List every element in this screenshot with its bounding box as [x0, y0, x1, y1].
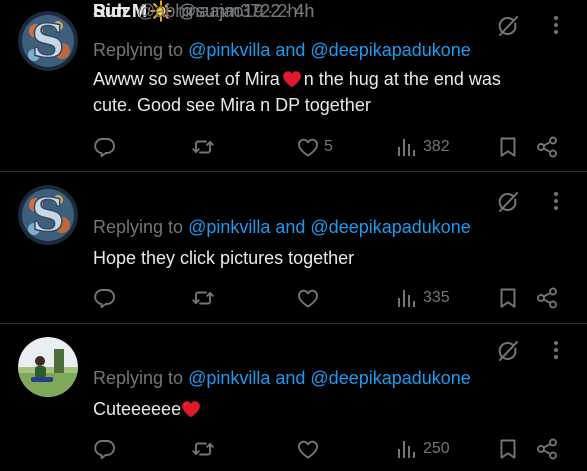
share-icon — [535, 286, 559, 310]
views-icon — [395, 135, 419, 159]
views-button[interactable]: 335 — [395, 285, 450, 311]
views-button[interactable]: 382 — [395, 134, 450, 160]
share-icon — [535, 135, 559, 159]
reply-button[interactable] — [93, 436, 121, 462]
retweet-icon — [191, 286, 215, 310]
replying-to-link[interactable]: @pinkvilla and @deepikapadukone — [188, 368, 471, 388]
user-handle[interactable]: @abhinaajao19 — [137, 1, 263, 22]
more-options-button[interactable] — [546, 338, 566, 362]
replying-to-link[interactable]: @pinkvilla and @deepikapadukone — [188, 40, 471, 60]
like-button[interactable]: 5 — [296, 134, 333, 160]
bookmark-button[interactable] — [496, 285, 520, 311]
share-icon — [535, 437, 559, 461]
reply-feed: Sun M @sunm3722 · 4h Replying to @pinkvi… — [0, 0, 587, 471]
replying-prefix: Replying to — [93, 368, 184, 388]
more-icon — [553, 189, 559, 213]
retweet-button[interactable] — [191, 436, 219, 462]
view-count: 250 — [423, 440, 450, 457]
avatar[interactable] — [18, 11, 78, 71]
tweet-text: Cuteeeeee — [93, 396, 513, 422]
views-icon — [395, 437, 419, 461]
replying-prefix: Replying to — [93, 40, 184, 60]
retweet-icon — [191, 135, 215, 159]
grok-icon[interactable] — [496, 339, 520, 363]
views-icon — [395, 286, 419, 310]
tweet-text: Hope they click pictures together — [93, 248, 355, 268]
like-count: 5 — [324, 138, 333, 155]
retweet-button[interactable] — [191, 285, 219, 311]
more-options-button[interactable] — [546, 13, 566, 37]
replying-prefix: Replying to — [93, 217, 184, 237]
action-bar: 5 382 — [93, 134, 563, 160]
like-button[interactable] — [296, 285, 324, 311]
replying-to: Replying to @pinkvilla and @deepikapaduk… — [93, 368, 471, 389]
like-icon — [296, 135, 320, 159]
retweet-icon — [191, 437, 215, 461]
bookmark-button[interactable] — [496, 134, 520, 160]
bookmark-icon — [496, 135, 520, 159]
share-button[interactable] — [535, 285, 559, 311]
action-bar: 335 — [93, 285, 563, 311]
reply-button[interactable] — [93, 134, 121, 160]
bookmark-icon — [496, 437, 520, 461]
share-button[interactable] — [535, 436, 559, 462]
separator-dot: · — [267, 0, 274, 21]
tweet-text-body: Cuteeeeee — [93, 399, 182, 419]
more-options-button[interactable] — [546, 189, 566, 213]
red-heart-emoji-icon — [181, 400, 201, 418]
tweet-text: Awww so sweet of Mira n the hug at the en… — [93, 66, 513, 118]
red-heart-emoji-icon — [282, 70, 302, 88]
avatar[interactable] — [18, 185, 78, 245]
view-count: 335 — [423, 289, 450, 306]
display-name[interactable]: Ridz — [93, 1, 131, 22]
reply-icon — [93, 135, 117, 159]
views-button[interactable]: 250 — [395, 436, 450, 462]
tweet-header: Ridz @abhinaajao19 · 2h — [93, 0, 297, 22]
reply-icon — [93, 286, 117, 310]
replying-to: Replying to @pinkvilla and @deepikapaduk… — [93, 40, 471, 61]
retweet-button[interactable] — [191, 134, 219, 160]
timestamp[interactable]: 2h — [277, 1, 297, 22]
grok-icon[interactable] — [496, 190, 520, 214]
replying-to: Replying to @pinkvilla and @deepikapaduk… — [93, 217, 471, 238]
view-count: 382 — [423, 138, 450, 155]
more-icon — [553, 13, 559, 37]
like-icon — [296, 437, 320, 461]
bookmark-icon — [496, 286, 520, 310]
tweet-text-part1: Awww so sweet of Mira — [93, 69, 280, 89]
replying-to-link[interactable]: @pinkvilla and @deepikapadukone — [188, 217, 471, 237]
share-button[interactable] — [535, 134, 559, 160]
bookmark-button[interactable] — [496, 436, 520, 462]
avatar[interactable] — [18, 337, 78, 397]
reply-button[interactable] — [93, 285, 121, 311]
grok-icon[interactable] — [496, 14, 520, 38]
like-button[interactable] — [296, 436, 324, 462]
action-bar: 250 — [93, 436, 563, 462]
more-icon — [553, 338, 559, 362]
like-icon — [296, 286, 320, 310]
reply-icon — [93, 437, 117, 461]
